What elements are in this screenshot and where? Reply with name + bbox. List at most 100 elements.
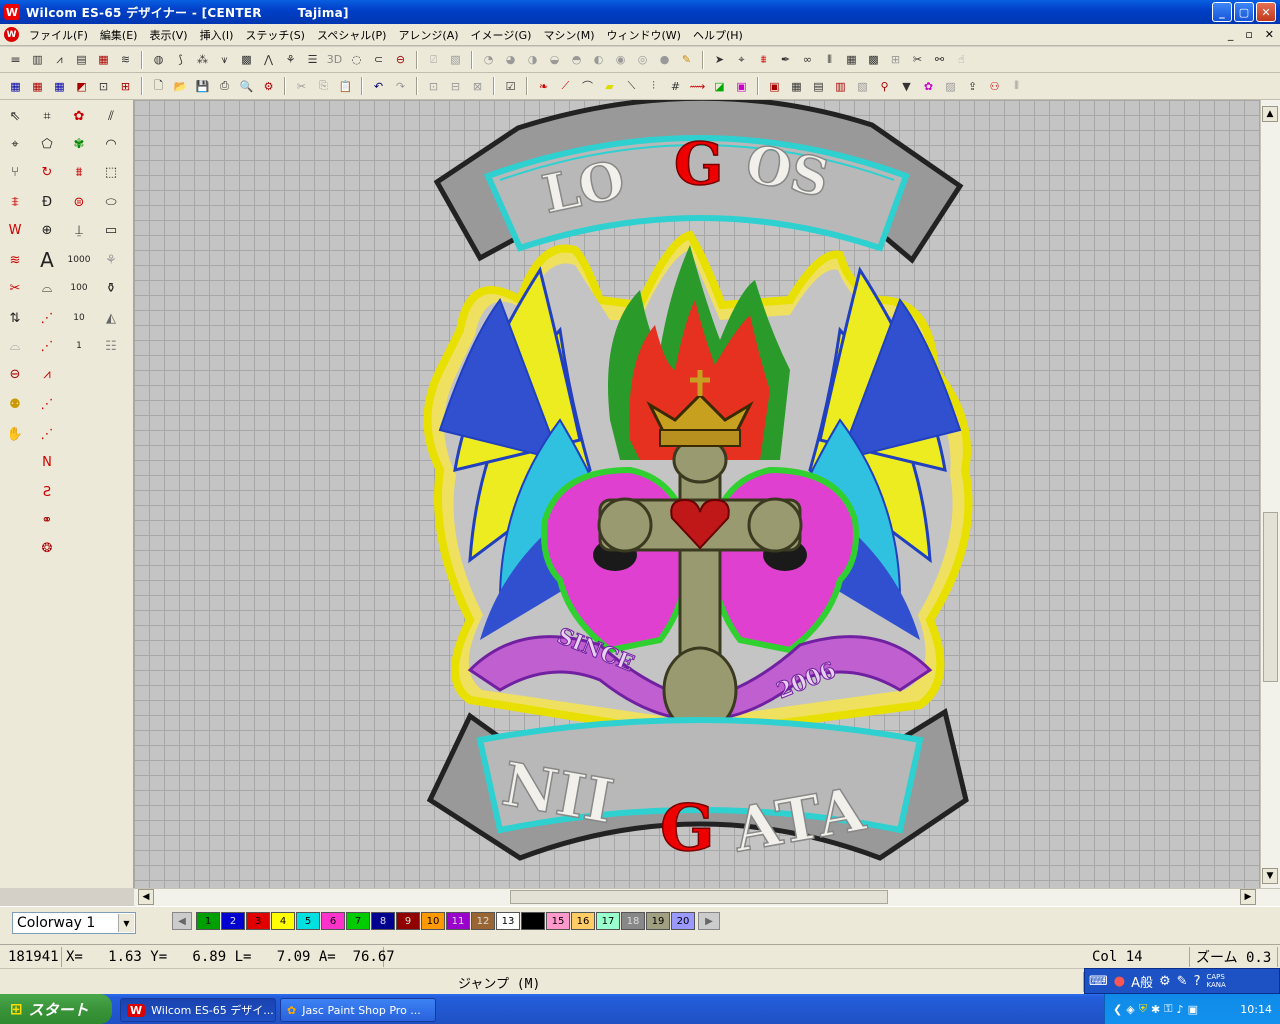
palette-swatch[interactable]: 20 — [671, 912, 695, 930]
shape3-icon[interactable]: ◑ — [523, 50, 542, 69]
stitch-1000-icon[interactable]: 1000 — [66, 248, 92, 272]
plant-tool-icon[interactable]: ✾ — [66, 132, 92, 156]
show-stitches-icon[interactable]: ⟿ — [688, 77, 707, 96]
sequin-icon[interactable]: ⚘ — [281, 50, 300, 69]
paint-icon[interactable]: ✎ — [677, 50, 696, 69]
vertical-scrollbar[interactable]: ▲ ▼ — [1260, 100, 1280, 888]
stop-hand-icon[interactable]: ✋ — [2, 422, 28, 446]
palette-swatch[interactable]: 6 — [321, 912, 345, 930]
print-preview-icon[interactable]: 🔍 — [237, 77, 256, 96]
network-icon[interactable]: ▣ — [1188, 1003, 1198, 1016]
stitch-1-icon[interactable]: 1 — [66, 334, 92, 358]
hand-pointer-icon[interactable]: ☝ — [952, 50, 971, 69]
wave-stitch-icon[interactable]: ≋ — [2, 248, 28, 272]
bars-icon[interactable]: ⦀ — [1007, 77, 1026, 96]
stitch-player-icon[interactable]: ⫶ — [644, 77, 663, 96]
palette-swatch[interactable]: 18 — [621, 912, 645, 930]
stipple-fill-icon[interactable]: ▩ — [237, 50, 256, 69]
monogram-icon[interactable]: ⌓ — [34, 276, 60, 300]
palette-swatch[interactable]: 1 — [196, 912, 220, 930]
stitch-w-icon[interactable]: W — [2, 218, 28, 242]
pattern5-icon[interactable]: ⊡ — [94, 77, 113, 96]
palette-swatch[interactable]: 5 — [296, 912, 320, 930]
cut-stitch-icon[interactable]: ✂ — [2, 276, 28, 300]
reshape-tool-icon[interactable]: ⌗ — [34, 104, 60, 128]
pattern6-icon[interactable]: ⊞ — [116, 77, 135, 96]
column-icon[interactable]: ⦀ — [820, 50, 839, 69]
palette-swatch[interactable]: 15 — [546, 912, 570, 930]
list-icon[interactable]: ☷ — [98, 334, 124, 358]
highlight-icon[interactable]: ▰ — [600, 77, 619, 96]
palette-swatch[interactable]: 17 — [596, 912, 620, 930]
leaf-icon[interactable]: ❧ — [534, 77, 553, 96]
dotted-line-icon[interactable]: ⋰ — [34, 306, 60, 330]
palette-swatch[interactable]: 14 — [521, 912, 545, 930]
step-line-icon[interactable]: ⋰ — [34, 422, 60, 446]
lock-tray-icon[interactable]: ⚿ — [1164, 1002, 1172, 1016]
maximize-button[interactable]: ▢ — [1234, 2, 1254, 22]
arc-tool-icon[interactable]: ◠ — [98, 132, 124, 156]
closed-shape-icon[interactable]: ⬠ — [34, 132, 60, 156]
menu-arrange[interactable]: アレンジ(A) — [392, 27, 464, 43]
mdi-minimize-button[interactable]: _ — [1222, 28, 1240, 41]
volume-icon[interactable]: ♪ — [1177, 1003, 1184, 1016]
palette-swatch[interactable]: 7 — [346, 912, 370, 930]
image-icon[interactable]: ◭ — [98, 306, 124, 330]
table-icon[interactable]: ▤ — [809, 77, 828, 96]
stitch-10-icon[interactable]: 10 — [66, 306, 92, 330]
reshape-icon[interactable]: ⌖ — [732, 50, 751, 69]
ime-help-icon[interactable]: ? — [1194, 974, 1201, 989]
shape5-icon[interactable]: ◓ — [567, 50, 586, 69]
radial-tool-icon[interactable]: ❂ — [34, 536, 60, 560]
palette-swatch[interactable]: 9 — [396, 912, 420, 930]
group-icon[interactable]: ⊡ — [424, 77, 443, 96]
open-folder-icon[interactable]: 📂 — [171, 77, 190, 96]
stitch-100-icon[interactable]: 100 — [66, 276, 92, 300]
palette-swatch[interactable]: 4 — [271, 912, 295, 930]
effect2-icon[interactable]: ▧ — [446, 50, 465, 69]
bottles-icon[interactable]: ⚱ — [98, 276, 124, 300]
menu-stitch[interactable]: ステッチ(S) — [239, 27, 311, 43]
export-icon[interactable]: ⇪ — [963, 77, 982, 96]
shape8-icon[interactable]: ◎ — [633, 50, 652, 69]
palette-next-icon[interactable]: ▶ — [698, 912, 720, 930]
grid-icon[interactable]: ▦ — [842, 50, 861, 69]
horizontal-scrollbar[interactable]: ◀ ▶ — [134, 888, 1280, 906]
mdi-restore-button[interactable]: ▫ — [1239, 28, 1258, 41]
show-grid-icon[interactable]: # — [666, 77, 685, 96]
move-up-down-icon[interactable]: ⇅ — [2, 306, 28, 330]
fancy-fill-icon[interactable]: ▦ — [94, 50, 113, 69]
fan-icon[interactable]: ⌓ — [2, 334, 28, 358]
palette-prev-icon[interactable]: ◀ — [172, 912, 192, 930]
radial-fill-icon[interactable]: ◍ — [149, 50, 168, 69]
scroll-right-icon[interactable]: ▶ — [1240, 889, 1256, 905]
ungroup-icon[interactable]: ⊟ — [446, 77, 465, 96]
design-canvas[interactable]: LO G OS SINCE 2006 NII G ATA — [134, 100, 1260, 888]
menu-edit[interactable]: 編集(E) — [94, 27, 144, 43]
palette-swatch[interactable]: 8 — [371, 912, 395, 930]
minimize-button[interactable]: _ — [1212, 2, 1232, 22]
line-tool-icon[interactable]: ⫽ — [98, 104, 124, 128]
tray-app1-icon[interactable]: ◈ — [1126, 1003, 1134, 1016]
polygon-tool-icon[interactable]: ⌖ — [2, 132, 28, 156]
color-icon[interactable]: ▣ — [732, 77, 751, 96]
wave-fill-icon[interactable]: ≋ — [116, 50, 135, 69]
shape6-icon[interactable]: ◐ — [589, 50, 608, 69]
bead-icon[interactable]: ⊜ — [66, 190, 92, 214]
palette-swatch[interactable]: 12 — [471, 912, 495, 930]
pen-icon[interactable]: ✒ — [776, 50, 795, 69]
stitch-edit-icon[interactable]: ⩩ — [754, 50, 773, 69]
shield-icon[interactable]: ⛨ — [1139, 1002, 1147, 1016]
ime-lamp-icon[interactable]: ● — [1114, 974, 1125, 989]
fur-fill-icon[interactable]: ⩛ — [215, 50, 234, 69]
mdi-close-button[interactable]: ✕ — [1259, 28, 1280, 41]
tray-arrow-icon[interactable]: ❮ — [1113, 1003, 1122, 1016]
app-icon[interactable]: W — [4, 4, 20, 20]
flower-icon[interactable]: ✿ — [919, 77, 938, 96]
satin-stitch-icon[interactable]: 𝍢 — [6, 50, 25, 69]
palette-swatch[interactable]: 13 — [496, 912, 520, 930]
task-wilcom[interactable]: W Wilcom ES-65 デザイ... — [120, 998, 276, 1022]
new-file-icon[interactable]: 🗋 — [149, 77, 168, 96]
motif-fill-icon[interactable]: ⁂ — [193, 50, 212, 69]
palette-swatch[interactable]: 10 — [421, 912, 445, 930]
